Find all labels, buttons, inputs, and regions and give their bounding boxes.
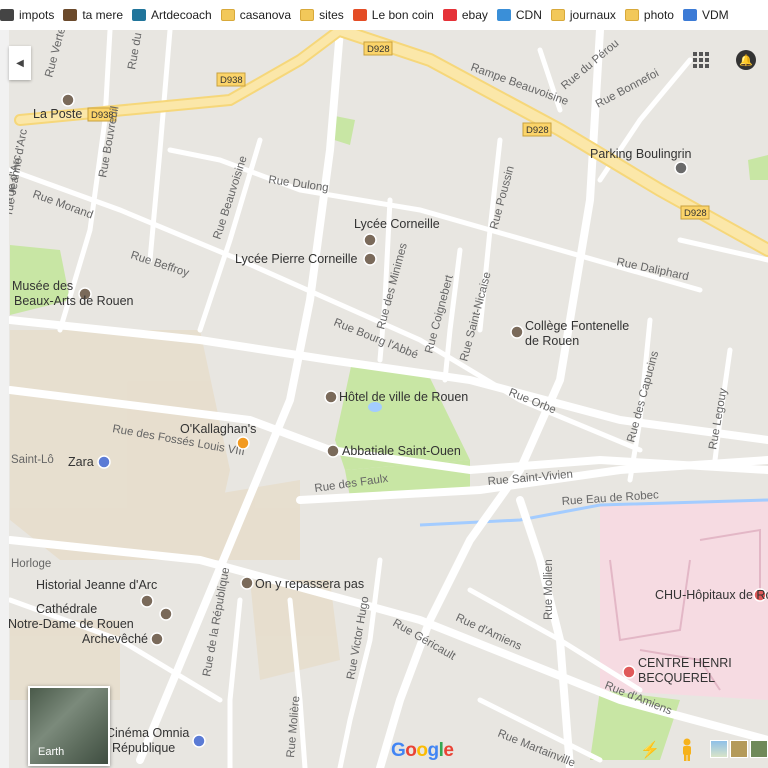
museum-icon (240, 576, 254, 590)
lightning-icon[interactable]: ⚡ (640, 740, 660, 760)
bookmark-label: impots (19, 8, 55, 22)
route-shield-label: D928 (684, 208, 707, 219)
bookmark-label: VDM (701, 8, 729, 22)
tax-icon (0, 9, 14, 21)
notifications-icon[interactable]: 🔔 (736, 50, 756, 70)
earth-view-toggle[interactable]: Earth (28, 686, 110, 766)
imagery-thumbnails[interactable] (710, 740, 768, 758)
bookmark-label: ebay (461, 8, 488, 22)
place-label: O'Kallaghan's (180, 422, 256, 436)
city-hall-icon (324, 390, 338, 404)
portrait-icon (63, 9, 78, 21)
folder-icon (300, 9, 315, 21)
route-shield-label: D928 (526, 125, 549, 136)
bookmark-le-bon-coin[interactable]: Le bon coin (352, 8, 434, 22)
street-label: Horloge (11, 558, 51, 570)
vdm-icon (682, 9, 697, 21)
place-label: Archevêché (82, 632, 148, 646)
bookmark-ebay[interactable]: ebay (442, 8, 488, 22)
museum-icon (140, 594, 154, 608)
bookmark-ta-mere[interactable]: ta mere (63, 8, 123, 22)
folder-icon (550, 9, 565, 21)
pegman-icon[interactable] (680, 738, 694, 762)
place-label: Collège Fontenelle (525, 319, 629, 333)
folder-icon (624, 9, 639, 21)
place-label: Lycée Pierre Corneille (235, 252, 358, 266)
landmark-icon (150, 632, 164, 646)
bookmark-label: journaux (569, 8, 616, 22)
wordpress-icon (132, 9, 147, 21)
bookmark-cdn[interactable]: CDN (496, 8, 542, 22)
school-icon (510, 325, 524, 339)
place-label: Parking Boulingrin (590, 147, 691, 161)
google-logo: Google (391, 740, 454, 761)
place-label: CHU-Hôpitaux de Rouen (655, 588, 768, 602)
bookmark-label: CDN (515, 8, 542, 22)
bookmark-sites[interactable]: sites (300, 8, 344, 22)
bookmark-label: Artdecoach (151, 8, 212, 22)
place-label: Abbatiale Saint-Ouen (342, 444, 461, 458)
school-icon (363, 233, 377, 247)
bookmark-label: ta mere (82, 8, 124, 22)
restaurant-icon (236, 436, 250, 450)
school-icon (363, 252, 377, 266)
bookmark-artdecoach[interactable]: Artdecoach (132, 8, 212, 22)
place-label: Lycée Corneille (354, 217, 440, 231)
place-label: On y repassera pas (255, 577, 364, 591)
place-abbatiale-saint-ouen[interactable]: Abbatiale Saint-Ouen (326, 444, 461, 458)
place-label: Cathédrale (36, 602, 97, 616)
apps-grid-icon[interactable] (693, 52, 709, 68)
place-label: Notre-Dame de Rouen (8, 617, 134, 631)
cinema-icon (192, 734, 206, 748)
shopping-icon (97, 455, 111, 469)
church-icon (326, 444, 340, 458)
place-label: Zara (68, 455, 94, 469)
bookmark-journaux[interactable]: journaux (550, 8, 616, 22)
folder-icon (220, 9, 235, 21)
place-zara[interactable]: Zara (68, 455, 111, 469)
place-lyc-e-pierre-corneille[interactable]: Lycée Pierre Corneille (235, 252, 377, 266)
church-icon (159, 607, 173, 621)
left-panel-edge (0, 30, 9, 768)
cube-icon (352, 9, 367, 21)
star-icon (496, 9, 511, 21)
route-shield-label: D928 (367, 44, 390, 55)
earth-label: Earth (38, 746, 65, 758)
post-office-icon (61, 93, 75, 107)
street-label: Saint-Lô (11, 454, 54, 466)
map-canvas[interactable]: D938D938D928D928D928 Rampe BeauvoisineRu… (0, 30, 768, 768)
place-on-y-repassera-pas[interactable]: On y repassera pas (240, 576, 364, 591)
place-label: BECQUEREL (638, 671, 715, 685)
place-label: Beaux-Arts de Rouen (14, 294, 134, 308)
hospital-icon (622, 665, 636, 679)
bookmark-label: photo (643, 8, 674, 22)
place-chu-h-pitaux-de-rouen[interactable]: CHU-Hôpitaux de Rouen (655, 588, 768, 602)
place-label: Musée des (12, 279, 73, 293)
place-h-tel-de-ville-de-rouen[interactable]: Hôtel de ville de Rouen (324, 390, 468, 404)
route-shield-label: D938 (220, 75, 243, 86)
place-label: Historial Jeanne d'Arc (36, 578, 157, 592)
bookmarks-bar: impots ta mere Artdecoach casanova sites Le b… (0, 0, 768, 31)
place-label: Cinéma Omnia (106, 726, 189, 740)
bag-icon (442, 9, 457, 21)
place-label: La Poste (33, 107, 82, 121)
street-label: Rue Mollien (543, 559, 555, 620)
bookmark-impots[interactable]: impots (0, 8, 54, 22)
parking-icon (674, 161, 688, 175)
collapse-panel-button[interactable]: ◀ (9, 46, 31, 80)
place-label: CENTRE HENRI (638, 656, 732, 670)
place-label: Hôtel de ville de Rouen (339, 390, 468, 404)
bookmark-casanova[interactable]: casanova (220, 8, 292, 22)
place-label: République (112, 741, 175, 755)
bookmark-label: Le bon coin (371, 8, 434, 22)
bookmark-photo[interactable]: photo (624, 8, 674, 22)
bookmark-label: sites (319, 8, 344, 22)
bookmark-label: casanova (239, 8, 292, 22)
place-label: de Rouen (525, 334, 579, 348)
bookmark-vdm[interactable]: VDM (682, 8, 729, 22)
